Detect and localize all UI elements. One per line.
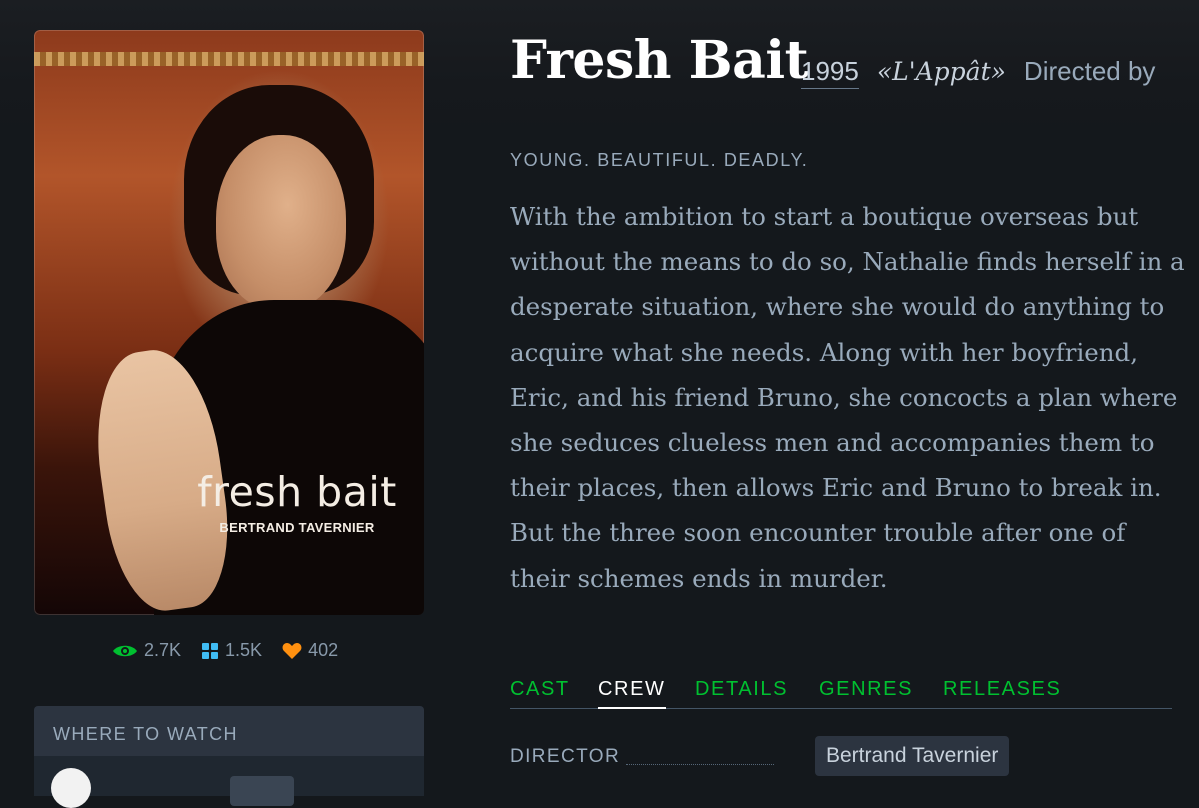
watched-count: 2.7K [144,640,182,660]
poster-credit: BERTRAND TAVERNIER [219,520,375,535]
lists-count: 1.5K [225,640,263,660]
tab-releases[interactable]: RELEASES [943,678,1061,707]
director-link[interactable]: Bertrand Tavernier [815,736,1010,776]
directed-by-label: Directed by [1023,56,1156,86]
eye-icon [113,645,137,656]
tab-cast[interactable]: CAST [510,678,570,707]
film-stats: 2.7K 1.5K 402 [112,640,338,661]
heart-icon [282,642,302,659]
grid-icon [202,642,219,659]
tab-crew[interactable]: CREW [598,678,666,709]
tab-details[interactable]: DETAILS [695,678,788,707]
where-to-watch-heading: WHERE TO WATCH [53,724,238,744]
film-poster[interactable]: fresh bait BERTRAND TAVERNIER [34,30,424,615]
film-title: Fresh Bait [510,30,809,91]
likes-count: 402 [308,640,339,660]
lists-stat[interactable]: 1.5K [201,640,262,661]
where-to-watch-panel: WHERE TO WATCH [34,706,424,808]
synopsis: With the ambition to start a boutique ov… [510,202,1185,593]
tab-genres[interactable]: GENRES [819,678,913,707]
poster-title: fresh bait [197,468,397,516]
release-year-link[interactable]: 1995 [801,56,859,89]
crew-role-label: DIRECTOR [510,746,621,767]
watched-stat[interactable]: 2.7K [112,640,181,661]
tagline: YOUNG. BEAUTIFUL. DEADLY. [510,150,809,170]
original-title: «L'Appât» [876,57,1006,86]
likes-stat[interactable]: 402 [282,640,338,661]
film-tabs: CAST CREW DETAILS GENRES RELEASES [510,678,1172,709]
film-meta: 1995 «L'Appât» Directed by [801,56,1155,89]
streaming-service-logo-icon[interactable] [51,768,91,808]
streaming-option-button[interactable] [230,776,294,806]
crew-role-divider [626,764,774,765]
